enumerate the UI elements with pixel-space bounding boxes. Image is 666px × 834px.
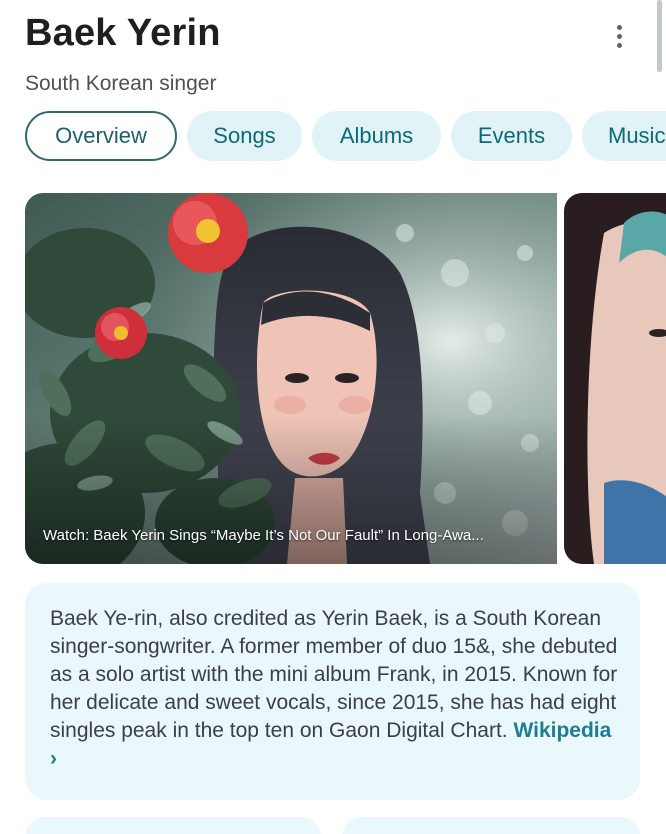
video-thumbnail[interactable]: Watch: Baek Yerin Sings “Maybe It’s Not …	[25, 193, 557, 564]
knowledge-panel: Baek Yerin South Korean singer Overview …	[0, 0, 666, 834]
description-text: Baek Ye-rin, also credited as Yerin Baek…	[50, 605, 618, 773]
tab-events[interactable]: Events	[451, 111, 572, 161]
tab-overview[interactable]: Overview	[25, 111, 177, 161]
second-portrait-photo	[564, 193, 666, 564]
entity-title: Baek Yerin	[25, 12, 221, 54]
tab-songs[interactable]: Songs	[187, 111, 302, 161]
entity-header: Baek Yerin South Korean singer	[25, 10, 626, 98]
tab-bar: Overview Songs Albums Events Music	[25, 111, 666, 161]
entity-subtitle: South Korean singer	[25, 72, 217, 95]
next-card-right[interactable]	[342, 817, 640, 834]
chevron-right-icon[interactable]: ›	[50, 747, 57, 770]
wikipedia-link[interactable]: Wikipedia	[513, 719, 611, 742]
more-options-button[interactable]	[603, 18, 635, 54]
scrollbar[interactable]	[657, 0, 662, 72]
portrait-photo	[25, 193, 557, 564]
description-card: Baek Ye-rin, also credited as Yerin Baek…	[25, 583, 640, 800]
tab-music[interactable]: Music	[582, 111, 666, 161]
next-card-left[interactable]	[25, 817, 321, 834]
image-carousel: Watch: Baek Yerin Sings “Maybe It’s Not …	[25, 193, 666, 564]
carousel-next-image[interactable]	[564, 193, 666, 564]
tab-albums[interactable]: Albums	[312, 111, 441, 161]
more-vert-icon	[616, 24, 622, 30]
video-caption: Watch: Baek Yerin Sings “Maybe It’s Not …	[43, 527, 484, 544]
